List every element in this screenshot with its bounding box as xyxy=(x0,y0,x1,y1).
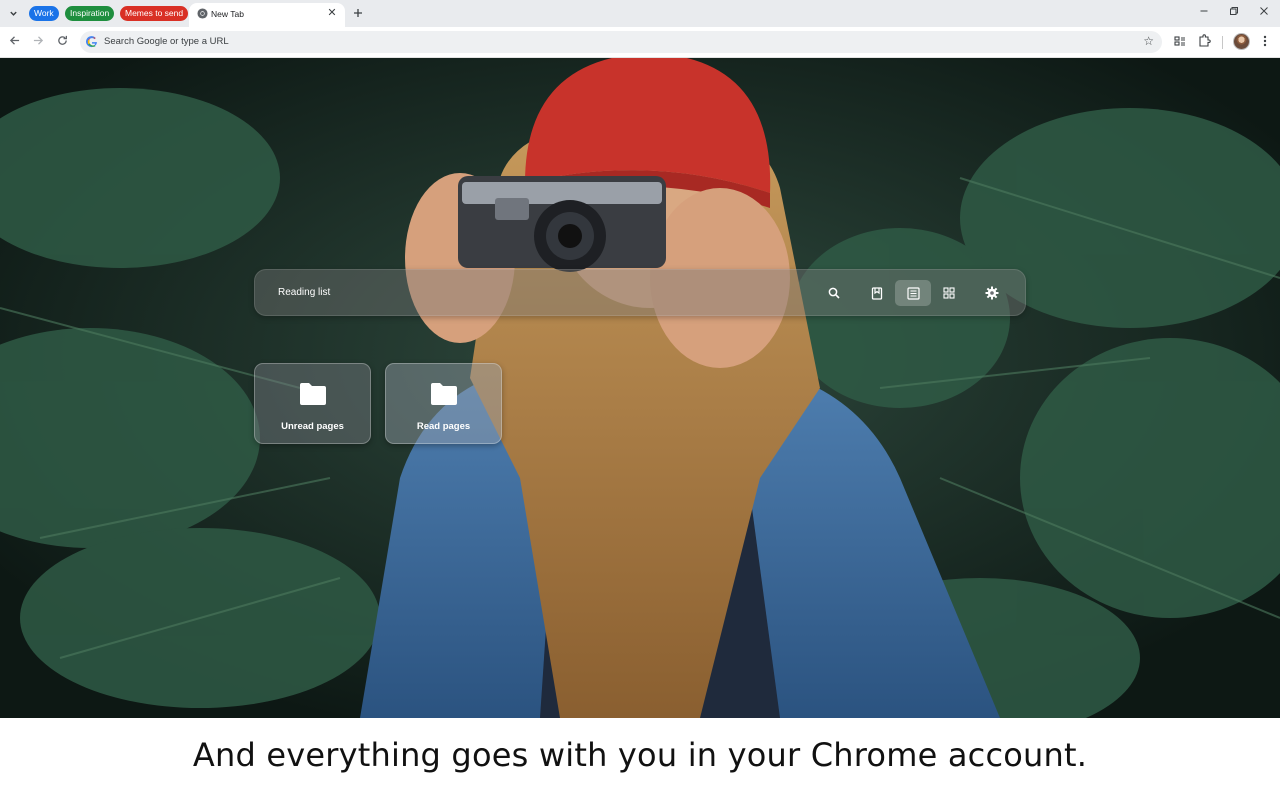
more-menu-button[interactable] xyxy=(1259,34,1271,50)
toolbar-divider xyxy=(1222,36,1223,49)
tab-group-inspiration[interactable]: Inspiration xyxy=(65,6,115,21)
extensions-button[interactable] xyxy=(1197,34,1213,50)
google-g-icon xyxy=(86,36,97,48)
close-icon xyxy=(1260,7,1268,15)
folder-icon xyxy=(431,383,457,405)
grid-view-button[interactable] xyxy=(935,280,963,306)
search-icon xyxy=(828,287,840,299)
reload-button[interactable] xyxy=(54,34,70,50)
tab-strip: Work Inspiration Memes to send New Tab ✕ xyxy=(0,0,1280,27)
reading-list-button[interactable] xyxy=(1173,34,1189,50)
reading-list-bookmark-button[interactable] xyxy=(863,280,891,306)
tab-new-tab[interactable]: New Tab ✕ xyxy=(189,3,345,27)
reading-list-title: Reading list xyxy=(278,287,331,298)
reading-list-bar: Reading list xyxy=(254,269,1026,316)
settings-gear-icon xyxy=(985,286,999,300)
tab-group-work[interactable]: Work xyxy=(29,6,59,21)
back-button[interactable] xyxy=(6,34,22,50)
close-window-button[interactable] xyxy=(1256,6,1272,20)
folder-card-read-pages[interactable]: Read pages xyxy=(385,363,502,444)
chevron-down-icon xyxy=(9,11,17,16)
folder-icon xyxy=(300,383,326,405)
avatar[interactable] xyxy=(1233,33,1250,50)
folder-card-unread-pages[interactable]: Unread pages xyxy=(254,363,371,444)
restore-button[interactable] xyxy=(1226,6,1242,20)
reading-list-icon xyxy=(1174,36,1185,46)
list-view-icon xyxy=(906,286,920,300)
reading-list-settings-button[interactable] xyxy=(978,280,1006,306)
bookmark-icon xyxy=(871,286,883,300)
browser-toolbar: Search Google or type a URL ☆ xyxy=(0,27,1280,58)
omnibox-placeholder: Search Google or type a URL xyxy=(104,36,229,47)
omnibox[interactable]: Search Google or type a URL ☆ xyxy=(80,31,1162,53)
minimize-icon xyxy=(1200,10,1208,12)
forward-button[interactable] xyxy=(30,34,46,50)
tab-close-icon[interactable]: ✕ xyxy=(325,6,339,20)
reload-icon xyxy=(57,35,67,45)
reading-list-search-button[interactable] xyxy=(820,280,848,306)
extensions-icon xyxy=(1199,34,1211,47)
chrome-icon xyxy=(197,8,208,19)
tab-group-memes[interactable]: Memes to send xyxy=(120,6,189,21)
folder-card-label: Unread pages xyxy=(281,421,344,432)
background-photo xyxy=(0,58,1280,718)
new-tab-page: Reading list Unread pages Read pages xyxy=(0,58,1280,718)
forward-icon xyxy=(33,36,43,45)
list-view-button[interactable] xyxy=(895,280,931,306)
tab-search-button[interactable] xyxy=(4,5,22,22)
promo-caption: And everything goes with you in your Chr… xyxy=(192,736,1088,774)
plus-icon xyxy=(354,9,362,17)
new-tab-button[interactable] xyxy=(350,5,366,21)
more-menu-icon xyxy=(1263,35,1267,47)
folder-card-label: Read pages xyxy=(416,421,471,432)
restore-icon xyxy=(1230,7,1238,15)
minimize-button[interactable] xyxy=(1196,6,1212,20)
tab-title: New Tab xyxy=(211,9,244,19)
bookmark-star-icon[interactable]: ☆ xyxy=(1143,34,1154,48)
grid-view-icon xyxy=(943,287,955,299)
back-icon xyxy=(9,36,19,45)
